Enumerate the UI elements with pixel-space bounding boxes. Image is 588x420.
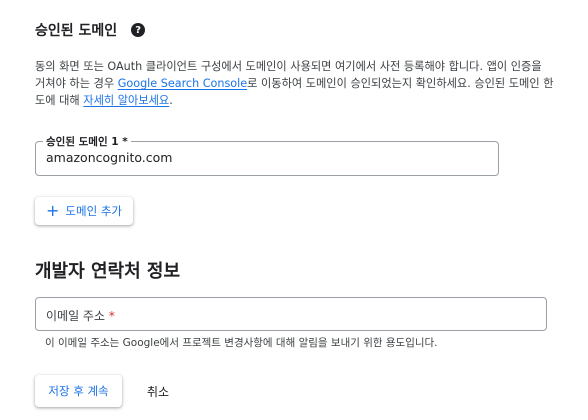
email-placeholder-text: 이메일 주소 [46,309,106,323]
authorized-domains-heading: 승인된 도메인 ? [35,20,146,40]
developer-contact-title: 개발자 연락처 정보 [35,261,181,282]
email-hint: 이 이메일 주소는 Google에서 프로젝트 변경사항에 대해 알림을 보내기… [45,337,438,349]
learn-more-link[interactable]: 자세히 알아보세요 [83,94,169,107]
email-field[interactable]: 이메일 주소 * [35,297,547,331]
authorized-domains-description: 동의 화면 또는 OAuth 클라이언트 구성에서 도메인이 사용되면 여기에서… [35,58,555,109]
save-and-continue-button[interactable]: 저장 후 계속 [35,375,122,407]
required-mark: * [108,309,115,323]
required-mark: * [122,136,128,148]
authorized-domain-1-value[interactable]: amazoncognito.com [46,150,172,165]
oauth-consent-form: 승인된 도메인 ? 동의 화면 또는 OAuth 클라이언트 구성에서 도메인이… [0,0,588,420]
add-domain-button[interactable]: + 도메인 추가 [35,197,133,225]
authorized-domain-1-label: 승인된 도메인 1 * [43,134,131,149]
authorized-domain-1-label-text: 승인된 도메인 1 [46,136,119,148]
help-icon[interactable]: ? [131,23,146,37]
authorized-domain-1-field[interactable]: 승인된 도메인 1 * amazoncognito.com [35,134,499,176]
authorized-domains-title: 승인된 도메인 [35,23,118,39]
email-placeholder: 이메일 주소 * [46,307,115,324]
cancel-button[interactable]: 취소 [138,375,178,407]
plus-icon: + [46,201,60,220]
description-text-3: . [169,94,173,107]
search-console-link[interactable]: Google Search Console [118,77,247,90]
add-domain-label: 도메인 추가 [65,204,122,218]
